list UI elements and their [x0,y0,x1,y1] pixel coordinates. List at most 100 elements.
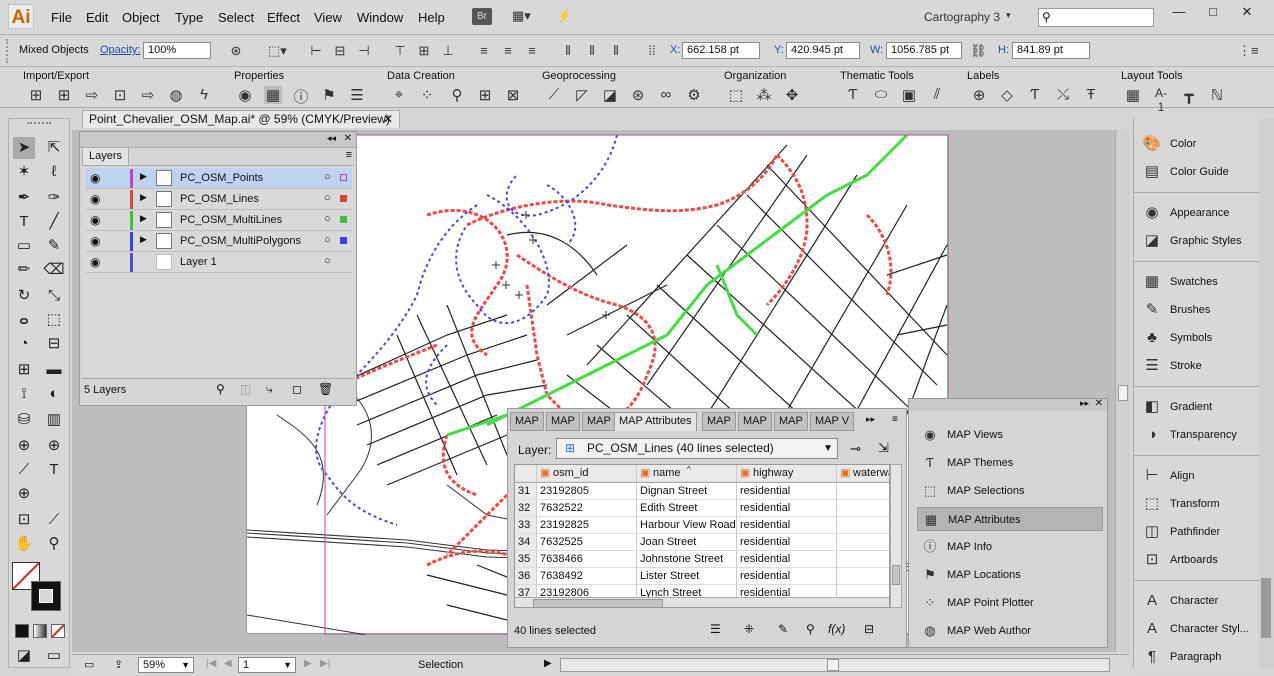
reference-point-icon[interactable]: ⁞⁞ [644,43,660,59]
tag-icon[interactable]: ◇ [998,86,1016,104]
organize-icon[interactable]: ⁂ [755,86,773,104]
make-clipping-mask-icon[interactable]: ◫ [240,382,251,396]
cell-osm-id[interactable]: 23192825 [537,517,637,534]
cell-osm-id[interactable]: 7638492 [537,568,637,585]
mesh-tool-icon[interactable]: ⊞ [13,359,35,381]
close-tab-icon[interactable]: ✕ [383,111,393,128]
map-point-tool-icon[interactable]: ⊕ [13,435,35,457]
selection-indicator[interactable] [340,216,347,223]
scroll-thumb[interactable] [1118,385,1128,401]
grid-layout-icon[interactable]: ▦ [1124,86,1142,104]
collapse-icon[interactable]: ▸▸ [1080,398,1089,409]
target-icon[interactable]: ○ [324,171,331,183]
layer-row[interactable]: ◉ ▶ PC_OSM_MultiLines ○ [86,210,352,231]
lasso-tool-icon[interactable]: ℓ [43,161,65,183]
web-icon[interactable]: ◍ [167,86,185,104]
document-tab[interactable]: Point_Chevalier_OSM_Map.ai* @ 59% (CMYK/… [82,110,400,128]
line-icon[interactable]: ⟋ [545,86,563,103]
cell-name[interactable]: Harbour View Road [637,517,737,534]
import-icon[interactable]: ⊞ [27,86,45,104]
a1-grid-icon[interactable]: A-1 [1152,86,1170,114]
scroll-thumb[interactable] [533,599,663,607]
rotate-tool-icon[interactable]: ↻ [13,285,35,307]
chevron-down-icon[interactable]: ▾ [1006,10,1011,21]
layer-name[interactable]: PC_OSM_Lines [180,193,259,205]
y-field[interactable]: 420.945 pt [786,42,860,59]
recolor-icon[interactable]: ⊛ [228,43,244,59]
layer-name[interactable]: PC_OSM_MultiPolygons [180,235,301,247]
layer-name[interactable]: PC_OSM_Points [180,172,263,184]
map-web-author-item[interactable]: ◍ MAP Web Author [917,619,1103,643]
panel-brushes[interactable]: ✎ Brushes [1140,297,1258,323]
align-right-icon[interactable]: ⊣ [356,43,372,59]
cell-highway[interactable]: residential [737,500,837,517]
table-icon[interactable]: ▦ [264,86,282,104]
target-icon[interactable]: ○ [324,192,331,204]
tab-map-3[interactable]: MAP [582,412,616,431]
layer-row[interactable]: ◉ ▶ PC_OSM_Lines ○ [86,189,352,210]
curvature-tool-icon[interactable]: ✑ [43,187,65,209]
menu-view[interactable]: View [314,10,342,25]
h-field[interactable]: 841.89 pt [1012,42,1090,59]
perspective-grid-tool-icon[interactable]: ⊟ [43,333,65,355]
map-measure-tool-icon[interactable]: ⟋ [13,459,35,481]
plot-icon[interactable]: ⁘ [418,86,436,104]
dock-scrollbar[interactable] [1259,118,1274,668]
panel-align[interactable]: ⊢ Align [1140,463,1258,489]
edit-attributes-icon[interactable]: ✎ [778,622,788,636]
grid-icon[interactable]: ⊞ [476,86,494,104]
menu-effect[interactable]: Effect [267,10,300,25]
menu-edit[interactable]: Edit [86,10,108,25]
label-add-icon[interactable]: ⊕ [970,86,988,104]
import-layer-icon[interactable]: ⊞ [55,86,73,104]
select-similar-icon[interactable]: ⬚▾ [268,43,287,59]
screen-mode-icon[interactable]: ▭ [43,645,65,667]
query-icon[interactable]: ⚲ [806,622,815,636]
rectangle-tool-icon[interactable]: ▭ [13,235,35,257]
scroll-thumb[interactable] [892,565,900,585]
slice-tool-icon[interactable]: ⟋ [43,509,65,531]
clip-icon[interactable]: ◪ [601,86,619,104]
tab-map-6[interactable]: MAP [774,412,808,431]
layer-row[interactable]: ◉ ▶ PC_OSM_MultiPolygons ○ [86,231,352,252]
table-row[interactable]: 33 23192825 Harbour View Road residentia… [515,517,889,534]
function-icon[interactable]: f(x) [828,622,845,636]
pin-layer-icon[interactable]: ⊸ [850,441,861,457]
cell-waterway[interactable] [837,500,889,517]
gradient-mode-icon[interactable] [33,624,47,638]
cell-waterway[interactable] [837,517,889,534]
tab-map-1[interactable]: MAP [510,412,544,431]
first-artboard-icon[interactable]: |◀ [206,658,216,669]
column-header-waterway[interactable]: ▣ waterwa [837,465,889,482]
layer-row[interactable]: ◉ Layer 1 ○ [86,252,352,273]
panel-character-styles[interactable]: A Character Styl... [1140,616,1258,642]
align-top-icon[interactable]: ⊤ [392,43,408,59]
none-mode-icon[interactable] [51,624,65,638]
globe-icon[interactable]: ◉ [236,86,254,104]
cell-osm-id[interactable]: 7638466 [537,551,637,568]
cell-highway[interactable]: residential [737,551,837,568]
opacity-label[interactable]: Opacity: [100,44,140,56]
move-icon[interactable]: ✥ [783,86,801,104]
grip-handle[interactable] [27,122,51,125]
menu-object[interactable]: Object [122,10,160,25]
panel-swatches[interactable]: ▦ Swatches [1140,269,1258,295]
export-table-icon[interactable]: ⇲ [878,440,889,456]
paintbrush-tool-icon[interactable]: ✎ [43,235,65,257]
menu-file[interactable]: File [51,10,72,25]
search-input[interactable]: ⚲ [1038,8,1154,27]
info-icon[interactable]: ⓘ [292,86,310,107]
layer-name[interactable]: PC_OSM_MultiLines [180,214,282,226]
gradient-map-icon[interactable]: ⫽ [928,86,946,103]
map-selections-item[interactable]: ⬚ MAP Selections [917,479,1103,503]
list-options-icon[interactable]: ☰ [710,622,721,636]
horizontal-scrollbar[interactable] [515,597,889,607]
distribute-left-icon[interactable]: ⫴ [560,43,576,59]
tab-layers[interactable]: Layers [82,147,130,165]
align-bottom-icon[interactable]: ⊥ [440,43,456,59]
column-header-highway[interactable]: ▣ highway [737,465,837,482]
cell-name[interactable]: Edith Street [637,500,737,517]
table-row[interactable]: 36 7638492 Lister Street residential [515,568,889,585]
direct-selection-tool-icon[interactable]: ⇱ [43,137,65,159]
hand-tool-icon[interactable]: ✋ [13,533,35,555]
